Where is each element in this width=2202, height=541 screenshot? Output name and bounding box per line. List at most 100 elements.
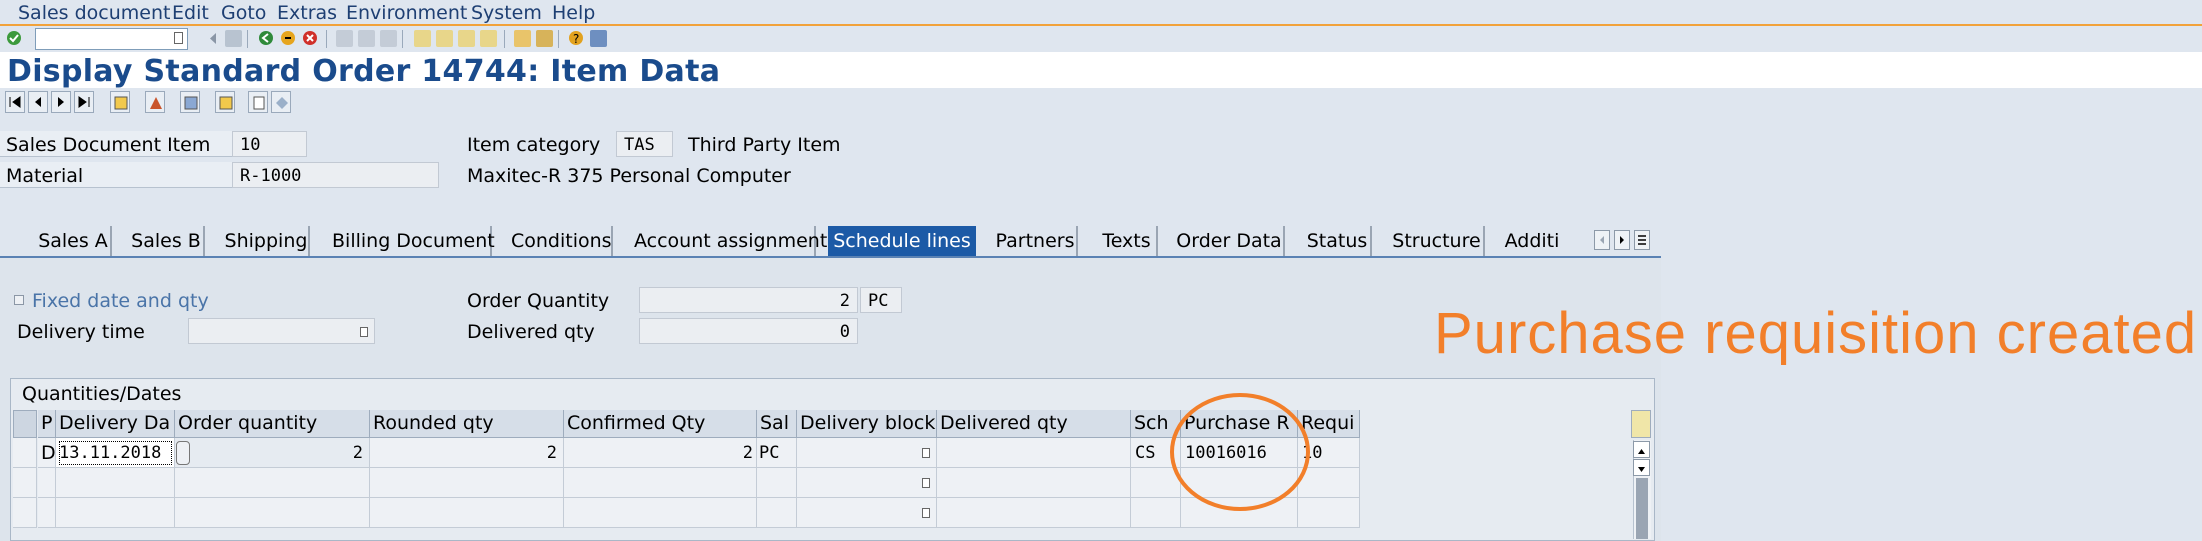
tab-shipping[interactable]: Shipping	[224, 226, 310, 256]
table-cell-delivery-date[interactable]: 13.11.2018	[56, 438, 175, 468]
scroll-thumb[interactable]	[1636, 478, 1648, 539]
order-quantity-field[interactable]: 2	[639, 287, 858, 313]
back-arrow-icon[interactable]	[205, 30, 222, 47]
row-selector[interactable]	[13, 438, 37, 468]
command-field[interactable]	[35, 28, 188, 50]
next-item-button[interactable]	[51, 91, 71, 113]
fixed-date-label: Fixed date and qty	[32, 290, 209, 312]
menu-sales-document[interactable]: Sales document	[18, 2, 170, 24]
column-header-p[interactable]: P	[38, 410, 56, 438]
delivery-block-dropdown-icon[interactable]	[922, 508, 930, 518]
help-icon[interactable]: ?	[568, 30, 585, 47]
tab-partners[interactable]: Partners	[994, 226, 1078, 256]
tab-structure[interactable]: Structure	[1390, 226, 1485, 256]
scroll-down-button[interactable]	[1633, 459, 1650, 476]
column-header-delivery-block[interactable]: Delivery block	[797, 410, 937, 438]
table-cell-p: D	[38, 438, 56, 468]
first-page-icon[interactable]	[414, 30, 431, 47]
table-select-all-button[interactable]	[13, 410, 37, 438]
item-category-description: Third Party Item	[688, 134, 841, 156]
menu-edit[interactable]: Edit	[172, 2, 209, 24]
previous-page-icon[interactable]	[436, 30, 453, 47]
column-header-delivery-date[interactable]: Delivery Da	[56, 410, 175, 438]
column-header-delivered-qty[interactable]: Delivered qty	[937, 410, 1131, 438]
row-selector[interactable]	[13, 498, 37, 528]
tab-list-button[interactable]	[1634, 230, 1650, 250]
delivered-qty-field[interactable]: 0	[639, 318, 858, 344]
tab-scroll-left-button[interactable]	[1594, 230, 1610, 250]
column-header-sales-unit[interactable]: Sal	[757, 410, 797, 438]
first-item-button[interactable]	[5, 91, 25, 113]
tab-account-assignment[interactable]: Account assignment	[634, 226, 827, 256]
shortcut-icon[interactable]	[536, 30, 553, 47]
tab-order-data[interactable]: Order Data	[1175, 226, 1285, 256]
header-overview-button[interactable]	[110, 91, 130, 113]
document-flow-button[interactable]	[248, 91, 268, 113]
new-session-icon[interactable]	[514, 30, 531, 47]
find-next-icon[interactable]	[380, 30, 397, 47]
table-cell-delivery-block[interactable]	[797, 468, 937, 498]
table-cell-delivery-date[interactable]	[56, 468, 175, 498]
column-header-confirmed-qty[interactable]: Confirmed Qty	[564, 410, 757, 438]
tab-scroll-right-button[interactable]	[1614, 230, 1630, 250]
status-overview-button[interactable]	[271, 91, 291, 113]
enter-check-icon[interactable]	[6, 30, 23, 47]
layout-menu-icon[interactable]	[590, 30, 607, 47]
table-cell-sales-unit	[757, 468, 797, 498]
delivered-qty-label: Delivered qty	[467, 321, 595, 343]
column-header-order-quantity[interactable]: Order quantity	[175, 410, 370, 438]
table-cell-order-quantity[interactable]: 2	[175, 438, 370, 468]
menu-goto[interactable]: Goto	[221, 2, 266, 24]
tab-texts[interactable]: Texts	[1097, 226, 1158, 256]
tab-sales-b[interactable]: Sales B	[129, 226, 205, 256]
item-overview-button[interactable]	[180, 91, 200, 113]
table-cell-delivered-qty	[937, 438, 1131, 468]
find-icon[interactable]	[358, 30, 375, 47]
table-cell-delivery-block[interactable]	[797, 498, 937, 528]
row-selector[interactable]	[13, 468, 37, 498]
sales-document-item-field[interactable]: 10	[232, 131, 307, 157]
previous-item-button[interactable]	[28, 91, 48, 113]
tab-status[interactable]: Status	[1304, 226, 1372, 256]
last-page-icon[interactable]	[480, 30, 497, 47]
next-page-icon[interactable]	[458, 30, 475, 47]
item-category-field[interactable]: TAS	[616, 131, 673, 157]
menu-system[interactable]: System	[471, 2, 542, 24]
item-category-label: Item category	[467, 134, 601, 156]
delivery-block-dropdown-icon[interactable]	[922, 478, 930, 488]
table-cell-delivery-block[interactable]	[797, 438, 937, 468]
table-cell-rounded-qty	[370, 498, 564, 528]
last-item-button[interactable]	[74, 91, 94, 113]
menu-environment[interactable]: Environment	[346, 2, 467, 24]
delivery-time-dropdown-icon[interactable]	[360, 327, 368, 337]
tab-additional[interactable]: Additi	[1500, 226, 1564, 256]
print-icon[interactable]	[336, 30, 353, 47]
table-cell-delivery-date[interactable]	[56, 498, 175, 528]
fixed-date-checkbox[interactable]	[14, 295, 24, 305]
tab-sales-a[interactable]: Sales A	[36, 226, 112, 256]
cancel-icon[interactable]	[302, 30, 319, 47]
tab-billing-document[interactable]: Billing Document	[332, 226, 495, 256]
material-field[interactable]: R-1000	[232, 162, 439, 188]
item-details-button[interactable]	[215, 91, 235, 113]
green-back-icon[interactable]	[258, 30, 275, 47]
tab-schedule-lines[interactable]: Schedule lines	[828, 226, 976, 256]
tab-conditions[interactable]: Conditions	[511, 226, 613, 256]
scroll-up-button[interactable]	[1633, 441, 1650, 458]
header-details-button[interactable]	[145, 91, 165, 113]
exit-icon[interactable]	[280, 30, 297, 47]
column-header-rounded-qty[interactable]: Rounded qty	[370, 410, 564, 438]
save-icon[interactable]	[225, 30, 242, 47]
table-cell-order-quantity[interactable]	[175, 468, 370, 498]
table-cell-order-quantity[interactable]	[175, 498, 370, 528]
table-settings-icon[interactable]	[1631, 410, 1651, 438]
order-quantity-unit-field[interactable]: PC	[860, 287, 902, 313]
table-cell-confirmed-qty	[564, 468, 757, 498]
menu-extras[interactable]: Extras	[277, 2, 337, 24]
command-dropdown-icon[interactable]	[174, 32, 183, 44]
page-title: Display Standard Order 14744: Item Data	[7, 54, 721, 89]
table-cell-delivered-qty	[937, 498, 1131, 528]
menu-help[interactable]: Help	[552, 2, 595, 24]
delivery-block-dropdown-icon[interactable]	[922, 448, 930, 458]
delivery-time-field[interactable]	[188, 318, 375, 344]
